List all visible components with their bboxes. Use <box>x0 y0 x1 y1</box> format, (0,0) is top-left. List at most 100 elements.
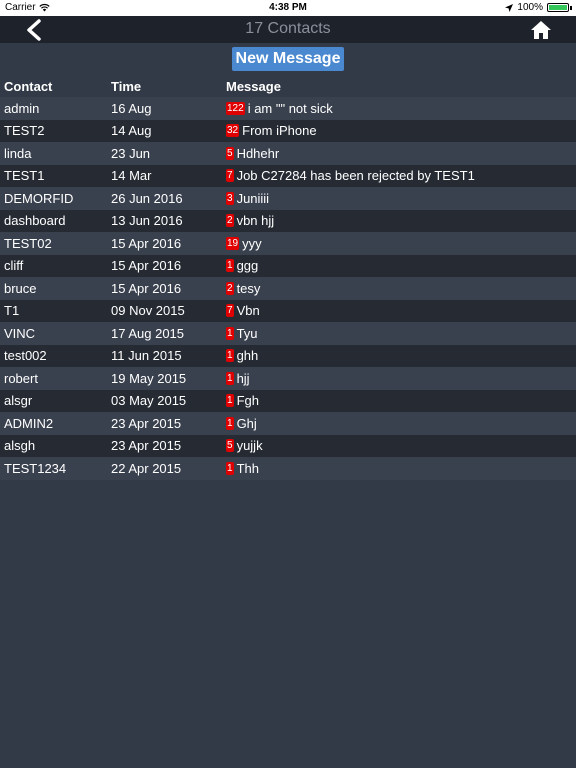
message-cell: 5 Hdhehr <box>226 146 279 161</box>
message-preview: ghh <box>236 348 259 364</box>
message-cell: 19 yyy <box>226 236 262 251</box>
unread-count-badge: 32 <box>226 124 240 138</box>
unread-count-badge: 1 <box>226 349 234 363</box>
unread-count-badge: 5 <box>226 146 234 160</box>
contact-name: bruce <box>4 280 37 296</box>
header-message: Message <box>226 78 281 94</box>
message-time: 03 May 2015 <box>111 393 187 409</box>
message-cell: 2 tesy <box>226 281 260 296</box>
message-time: 26 Jun 2016 <box>111 190 183 206</box>
message-time: 09 Nov 2015 <box>111 303 185 319</box>
table-row[interactable]: linda 23 Jun 5 Hdhehr <box>0 142 576 165</box>
unread-count-badge: 1 <box>226 416 234 430</box>
home-button[interactable] <box>530 20 552 40</box>
page-title: 17 Contacts <box>245 20 331 37</box>
message-time: 15 Apr 2016 <box>111 280 182 296</box>
table-row[interactable]: admin 16 Aug 122 i am "" not sick <box>0 97 576 120</box>
table-row[interactable]: VINC 17 Aug 2015 1 Tyu <box>0 322 576 345</box>
unread-count-badge: 122 <box>226 101 245 115</box>
table-row[interactable]: test002 11 Jun 2015 1 ghh <box>0 344 576 367</box>
contact-name: admin <box>4 100 40 116</box>
table-row[interactable]: T1 09 Nov 2015 7 Vbn <box>0 299 576 322</box>
unread-count-badge: 2 <box>226 281 234 295</box>
table-row[interactable]: alsgh 23 Apr 2015 5 yujjk <box>0 434 576 457</box>
message-preview: i am "" not sick <box>247 100 333 116</box>
header-contact: Contact <box>4 78 53 94</box>
message-time: 14 Aug <box>111 123 152 139</box>
table-header: Contact Time Message <box>0 75 576 97</box>
message-cell: 1 ghh <box>226 348 258 363</box>
message-cell: 1 Fgh <box>226 393 259 408</box>
contact-name: ADMIN2 <box>4 415 54 431</box>
contact-name: linda <box>4 145 32 161</box>
contact-name: TEST2 <box>4 123 45 139</box>
contact-name: alsgr <box>4 393 33 409</box>
message-cell: 7 Vbn <box>226 303 260 318</box>
unread-count-badge: 3 <box>226 191 234 205</box>
unread-count-badge: 1 <box>226 371 234 385</box>
unread-count-badge: 7 <box>226 169 234 183</box>
message-cell: 3 Juniiii <box>226 191 269 206</box>
unread-count-badge: 5 <box>226 439 234 453</box>
unread-count-badge: 1 <box>226 461 234 475</box>
contact-name: TEST1234 <box>4 460 67 476</box>
contact-name: alsgh <box>4 438 36 454</box>
table-row[interactable]: TEST02 15 Apr 2016 19 yyy <box>0 232 576 255</box>
message-preview: Ghj <box>236 415 257 431</box>
status-bar: Carrier 4:38 PM 100% <box>0 0 576 16</box>
message-cell: 1 ggg <box>226 258 258 273</box>
message-preview: Juniiii <box>236 190 270 206</box>
contact-name: dashboard <box>4 213 66 229</box>
message-preview: Thh <box>236 460 259 476</box>
contact-name: T1 <box>4 303 20 319</box>
message-preview: yujjk <box>236 438 263 454</box>
table-row[interactable]: cliff 15 Apr 2016 1 ggg <box>0 254 576 277</box>
unread-count-badge: 1 <box>226 394 234 408</box>
table-row[interactable]: DEMORFID 26 Jun 2016 3 Juniiii <box>0 187 576 210</box>
message-time: 14 Mar <box>111 168 152 184</box>
battery-tip <box>570 5 572 10</box>
message-time: 11 Jun 2015 <box>111 348 182 364</box>
table-row[interactable]: dashboard 13 Jun 2016 2 vbn hjj <box>0 209 576 232</box>
nav-bar: 17 Contacts <box>0 16 576 43</box>
status-time: 4:38 PM <box>269 2 307 13</box>
message-time: 22 Apr 2015 <box>111 460 182 476</box>
table-row[interactable]: ADMIN2 23 Apr 2015 1 Ghj <box>0 412 576 435</box>
message-time: 23 Apr 2015 <box>111 438 182 454</box>
message-preview: yyy <box>242 235 262 251</box>
message-time: 13 Jun 2016 <box>111 213 183 229</box>
contact-name: test002 <box>4 348 47 364</box>
contact-name: VINC <box>4 325 36 341</box>
unread-count-badge: 2 <box>226 214 234 228</box>
header-time: Time <box>111 78 142 94</box>
new-message-button[interactable]: New Message <box>232 47 344 71</box>
status-right: 100% <box>505 2 572 13</box>
table-row[interactable]: TEST1234 22 Apr 2015 1 Thh <box>0 457 576 480</box>
message-preview: Fgh <box>236 393 259 409</box>
message-preview: hjj <box>236 370 250 386</box>
home-icon <box>531 21 551 39</box>
table-row[interactable]: robert 19 May 2015 1 hjj <box>0 367 576 390</box>
unread-count-badge: 19 <box>226 236 240 250</box>
message-cell: 1 Thh <box>226 461 259 476</box>
message-cell: 122 i am "" not sick <box>226 101 333 116</box>
message-preview: vbn hjj <box>236 213 275 229</box>
contact-name: DEMORFID <box>4 190 74 206</box>
message-preview: Tyu <box>236 325 258 341</box>
table-row[interactable]: TEST2 14 Aug 32 From iPhone <box>0 119 576 142</box>
table-row[interactable]: TEST1 14 Mar 7 Job C27284 has been rejected… <box>0 164 576 187</box>
contact-name: robert <box>4 370 38 386</box>
battery-percent: 100% <box>517 2 543 13</box>
table-row[interactable]: alsgr 03 May 2015 1 Fgh <box>0 389 576 412</box>
contact-name: cliff <box>4 258 24 274</box>
table-row[interactable]: bruce 15 Apr 2016 2 tesy <box>0 277 576 300</box>
message-time: 15 Apr 2016 <box>111 258 182 274</box>
battery-icon <box>547 3 569 12</box>
message-cell: 7 Job C27284 has been rejected by TEST1 <box>226 168 475 183</box>
unread-count-badge: 1 <box>226 259 234 273</box>
contact-name: TEST1 <box>4 168 45 184</box>
message-cell: 32 From iPhone <box>226 123 317 138</box>
message-time: 23 Apr 2015 <box>111 415 182 431</box>
contacts-table: Contact Time Message admin 16 Aug 122 i am … <box>0 75 576 480</box>
message-cell: 2 vbn hjj <box>226 213 274 228</box>
